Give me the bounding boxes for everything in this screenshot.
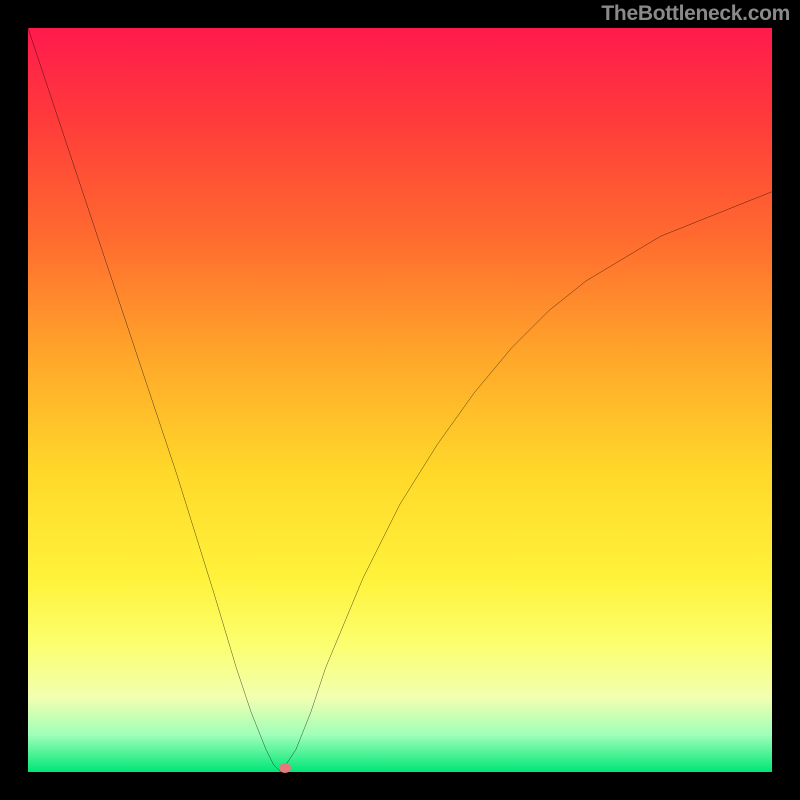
watermark-text: TheBottleneck.com [601, 2, 790, 26]
selected-point-marker [279, 763, 291, 773]
bottleneck-curve [28, 28, 772, 772]
plot-area [28, 28, 772, 772]
chart-frame: TheBottleneck.com [0, 0, 800, 800]
